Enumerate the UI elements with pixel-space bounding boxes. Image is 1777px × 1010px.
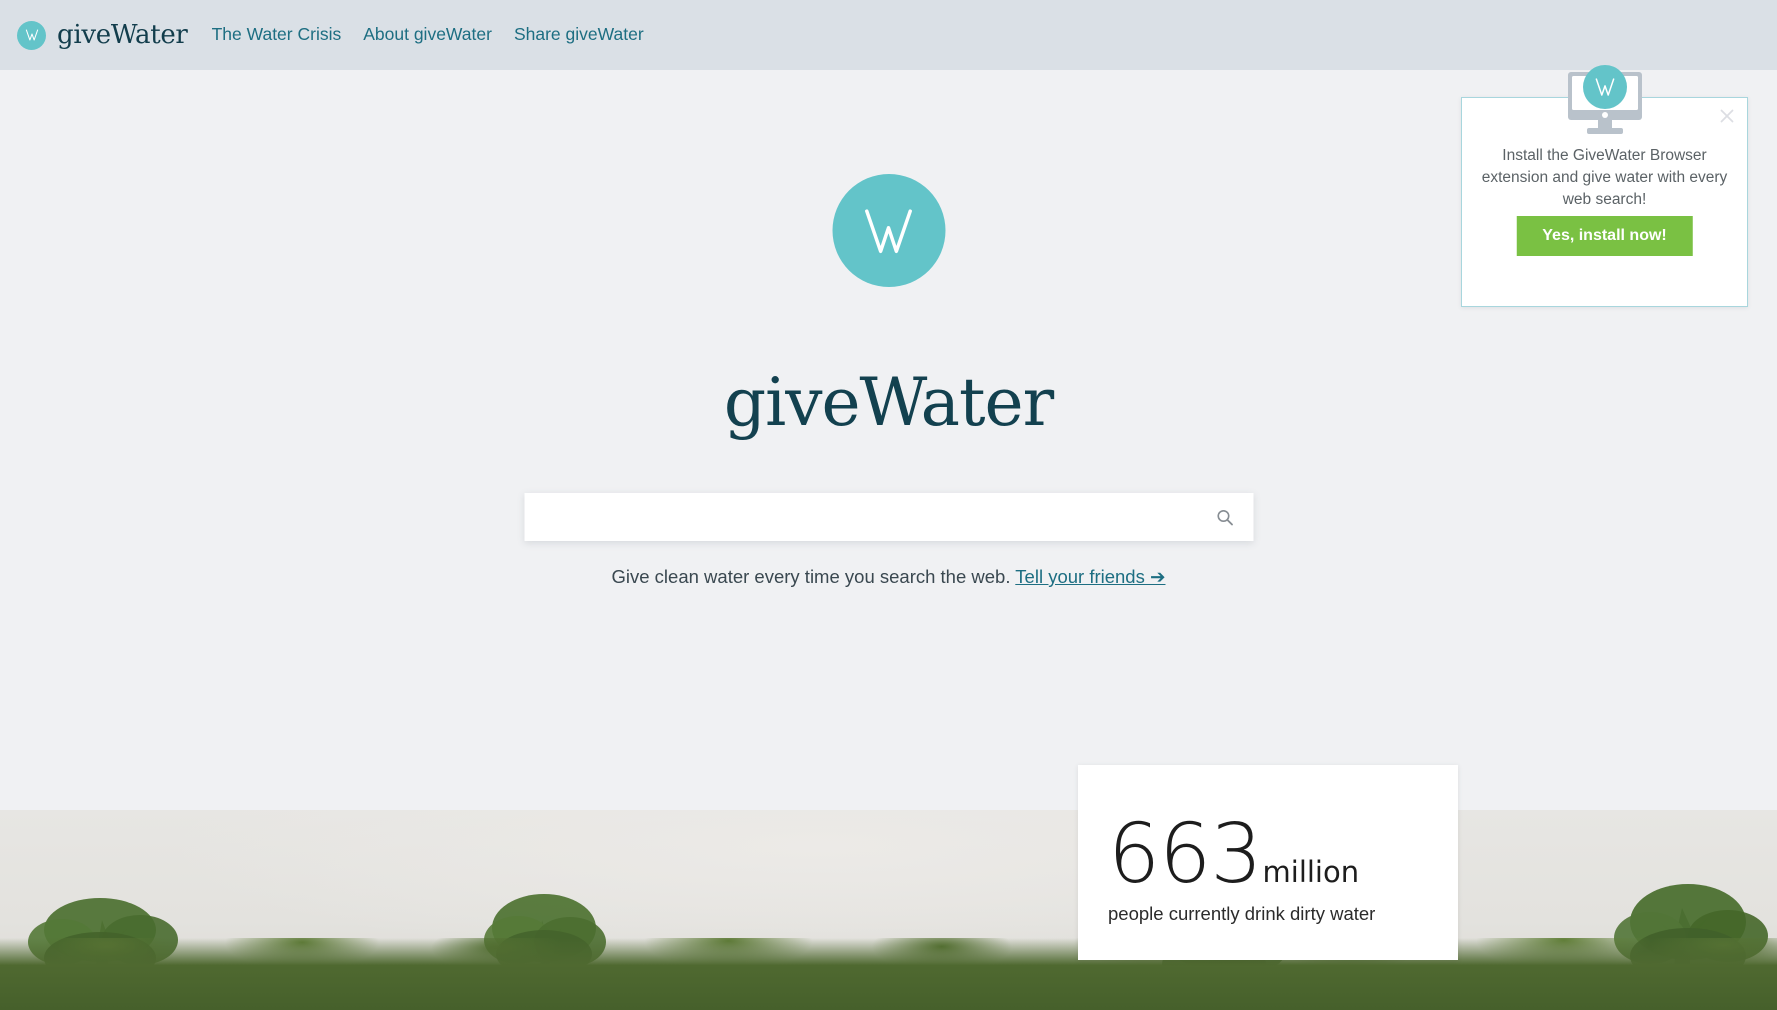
brand-home-link[interactable]: giveWater xyxy=(17,20,188,50)
nav-item-about-givewater[interactable]: About giveWater xyxy=(363,26,492,44)
statistic-unit: million xyxy=(1262,855,1360,889)
nav-item-share-givewater[interactable]: Share giveWater xyxy=(514,26,644,44)
search-input[interactable] xyxy=(524,493,1197,541)
install-now-button[interactable]: Yes, install now! xyxy=(1516,216,1693,256)
statistic-number: 663 xyxy=(1108,807,1263,902)
popup-close-button[interactable] xyxy=(1714,103,1740,129)
brand-name: giveWater xyxy=(57,20,188,50)
tell-your-friends-link[interactable]: Tell your friends ➔ xyxy=(1015,566,1165,587)
top-navbar: giveWater The Water Crisis About giveWat… xyxy=(0,0,1777,70)
tagline: Give clean water every time you search t… xyxy=(611,566,1166,587)
background-landscape-photo xyxy=(0,810,1777,1010)
tagline-text: Give clean water every time you search t… xyxy=(611,566,1011,587)
primary-nav: The Water Crisis About giveWater Share g… xyxy=(212,26,644,44)
install-extension-popup: Install the GiveWater Browser extension … xyxy=(1461,65,1748,307)
statistic-caption: people currently drink dirty water xyxy=(1108,903,1376,925)
close-icon xyxy=(1720,109,1734,123)
nav-item-water-crisis[interactable]: The Water Crisis xyxy=(212,26,342,44)
givewater-w-logo-icon xyxy=(1582,65,1627,109)
givewater-w-logo-icon xyxy=(832,174,945,287)
tree-canopy xyxy=(0,860,1777,1010)
search-icon xyxy=(1216,508,1235,527)
statistic-value-row: 663 million xyxy=(1108,807,1458,902)
canopy-front-layer xyxy=(0,938,1777,1010)
search-form xyxy=(524,493,1253,541)
page-title: giveWater xyxy=(723,364,1054,441)
popup-message: Install the GiveWater Browser extension … xyxy=(1481,147,1728,208)
water-statistic-card: 663 million people currently drink dirty… xyxy=(1078,765,1458,960)
search-submit-button[interactable] xyxy=(1197,493,1253,541)
givewater-w-logo-icon xyxy=(17,20,46,50)
